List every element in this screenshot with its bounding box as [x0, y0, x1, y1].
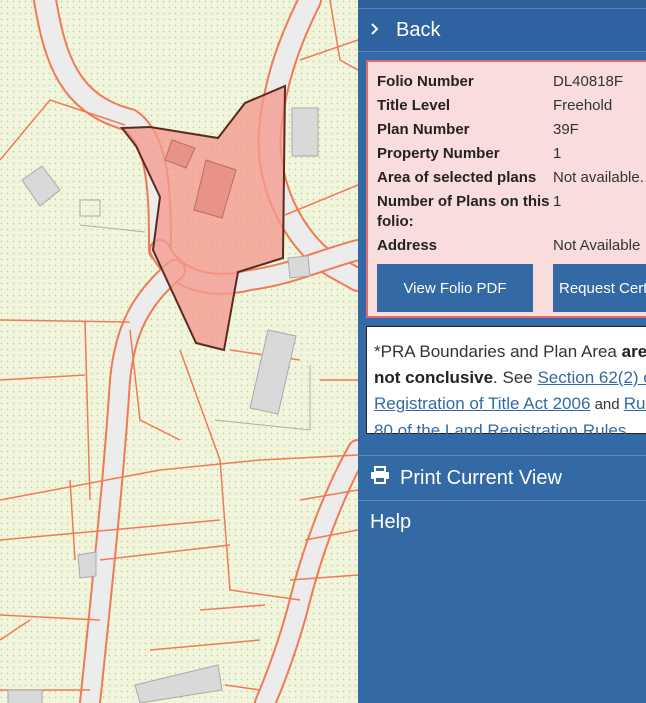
- folio-key: Property Number: [377, 145, 500, 162]
- notice-and: and: [590, 396, 624, 413]
- help-label: Help: [370, 510, 412, 533]
- folio-row: Title Level Freehold: [377, 96, 644, 120]
- folio-value: 1: [553, 193, 562, 210]
- folio-value: 39F: [553, 121, 579, 138]
- notice-see: . See: [493, 368, 538, 387]
- folio-key: Number of Plans on this folio:: [377, 193, 550, 230]
- folio-row: Area of selected plans Not available.: [377, 168, 644, 192]
- request-certified-copy-button[interactable]: Request Certified Copy: [553, 264, 646, 312]
- folio-key: Plan Number: [377, 121, 470, 138]
- folio-details-table: Folio Number DL40818F Title Level Freeho…: [377, 72, 644, 260]
- folio-value: DL40818F: [553, 73, 624, 90]
- folio-row: Number of Plans on this folio: 1: [377, 192, 644, 236]
- view-folio-pdf-button[interactable]: View Folio PDF: [377, 264, 533, 312]
- folio-value: Not available.: [553, 169, 644, 186]
- print-current-view-button[interactable]: Print Current View: [358, 455, 646, 501]
- folio-panel: Back Folio Number DL40818F Title Level F…: [358, 0, 646, 703]
- folio-row: Address Not Available: [377, 236, 644, 260]
- folio-value: Freehold: [553, 97, 613, 114]
- boundary-notice: *PRA Boundaries and Plan Area are not co…: [366, 326, 646, 466]
- chevron-right-icon: [364, 20, 386, 41]
- panel-top-strip: [358, 0, 646, 9]
- folio-key: Title Level: [377, 97, 451, 114]
- printer-icon: [370, 466, 392, 490]
- folio-info-card: Folio Number DL40818F Title Level Freeho…: [366, 60, 646, 318]
- back-button[interactable]: Back: [358, 9, 646, 52]
- folio-row: Folio Number DL40818F: [377, 72, 644, 96]
- notice-prefix: *PRA Boundaries and Plan Area: [374, 342, 622, 361]
- folio-row: Plan Number 39F: [377, 120, 644, 144]
- folio-key: Folio Number: [377, 73, 474, 90]
- folio-row: Property Number 1: [377, 144, 644, 168]
- folio-value: Not Available: [553, 237, 641, 254]
- folio-key: Area of selected plans: [377, 169, 537, 186]
- map-view[interactable]: [0, 0, 358, 703]
- folio-value: 1: [553, 145, 562, 162]
- back-label: Back: [396, 18, 441, 41]
- folio-key: Address: [377, 237, 438, 254]
- print-label: Print Current View: [400, 466, 562, 489]
- help-button[interactable]: Help: [358, 500, 646, 544]
